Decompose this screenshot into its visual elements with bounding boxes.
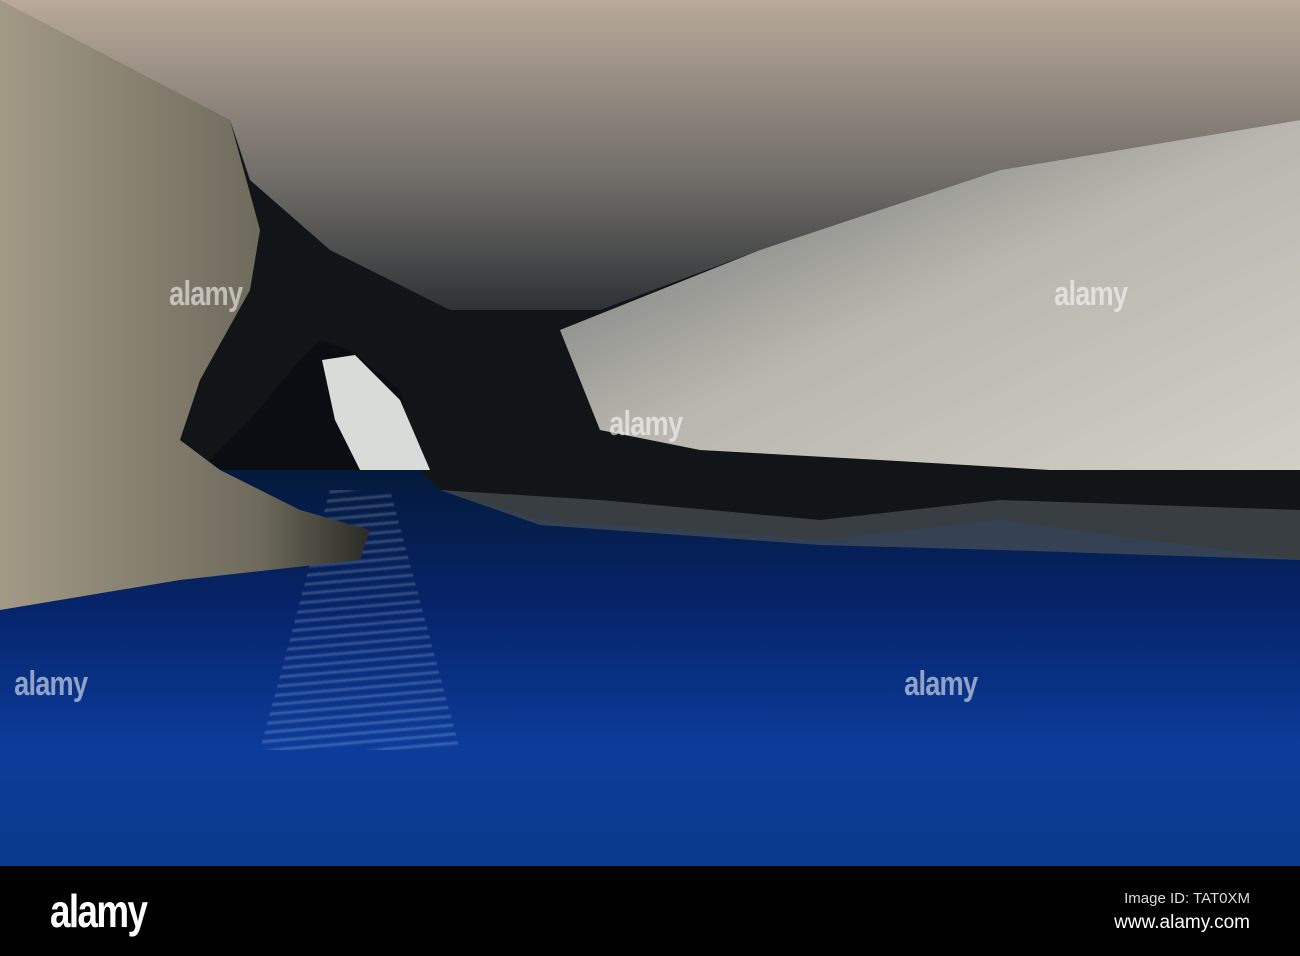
image-id: Image ID: TAT0XM bbox=[1124, 890, 1250, 907]
watermark: alamy bbox=[14, 665, 88, 703]
watermark: alamy bbox=[1054, 275, 1128, 313]
watermark: alamy bbox=[609, 405, 683, 443]
alamy-logo: alamy bbox=[50, 885, 148, 937]
watermark: alamy bbox=[904, 665, 978, 703]
watermark: alamy bbox=[169, 275, 243, 313]
footer-bar: alamy Image ID: TAT0XM www.alamy.com bbox=[0, 866, 1300, 956]
website-link: www.alamy.com bbox=[1114, 912, 1250, 933]
cave-photo: alamy alamy alamy alamy alamy bbox=[0, 0, 1300, 866]
